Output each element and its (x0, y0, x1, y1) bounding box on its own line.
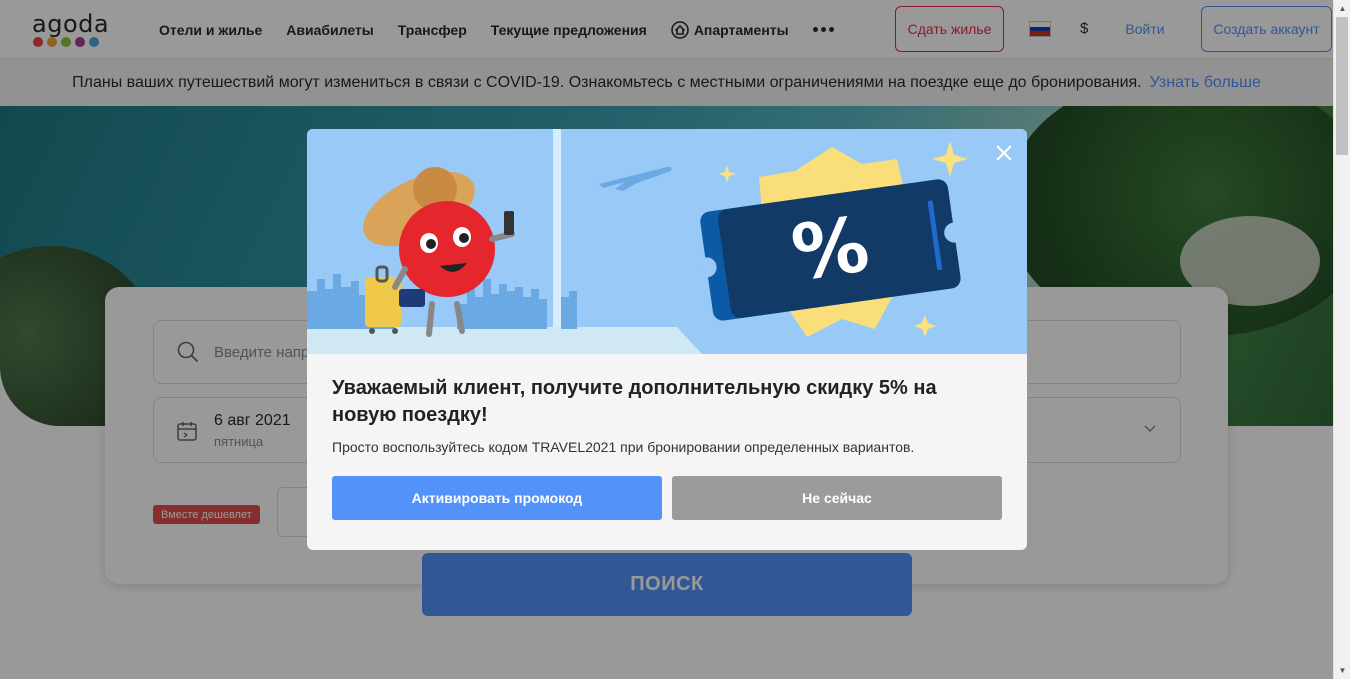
page: agoda Отели и жилье Авиабилеты Трансфер … (0, 0, 1350, 679)
promo-title: Уважаемый клиент, получите дополнительну… (332, 377, 937, 426)
promo-illustration: % (307, 129, 1027, 354)
close-icon[interactable] (992, 141, 1016, 165)
promo-modal: % Уважаемый клиент, получите дополнитель… (307, 129, 1027, 550)
promo-description: Просто воспользуйтесь кодом TRAVEL2021 п… (332, 439, 915, 455)
scroll-up-arrow-icon[interactable]: ▲ (1334, 0, 1350, 17)
scroll-thumb[interactable] (1336, 17, 1348, 155)
not-now-button[interactable]: Не сейчас (672, 476, 1002, 520)
activate-promo-button[interactable]: Активировать промокод (332, 476, 662, 520)
scroll-down-arrow-icon[interactable]: ▼ (1334, 662, 1350, 679)
ticket-percent-symbol: % (786, 199, 874, 298)
page-scrollbar[interactable]: ▲ ▼ (1333, 0, 1350, 679)
